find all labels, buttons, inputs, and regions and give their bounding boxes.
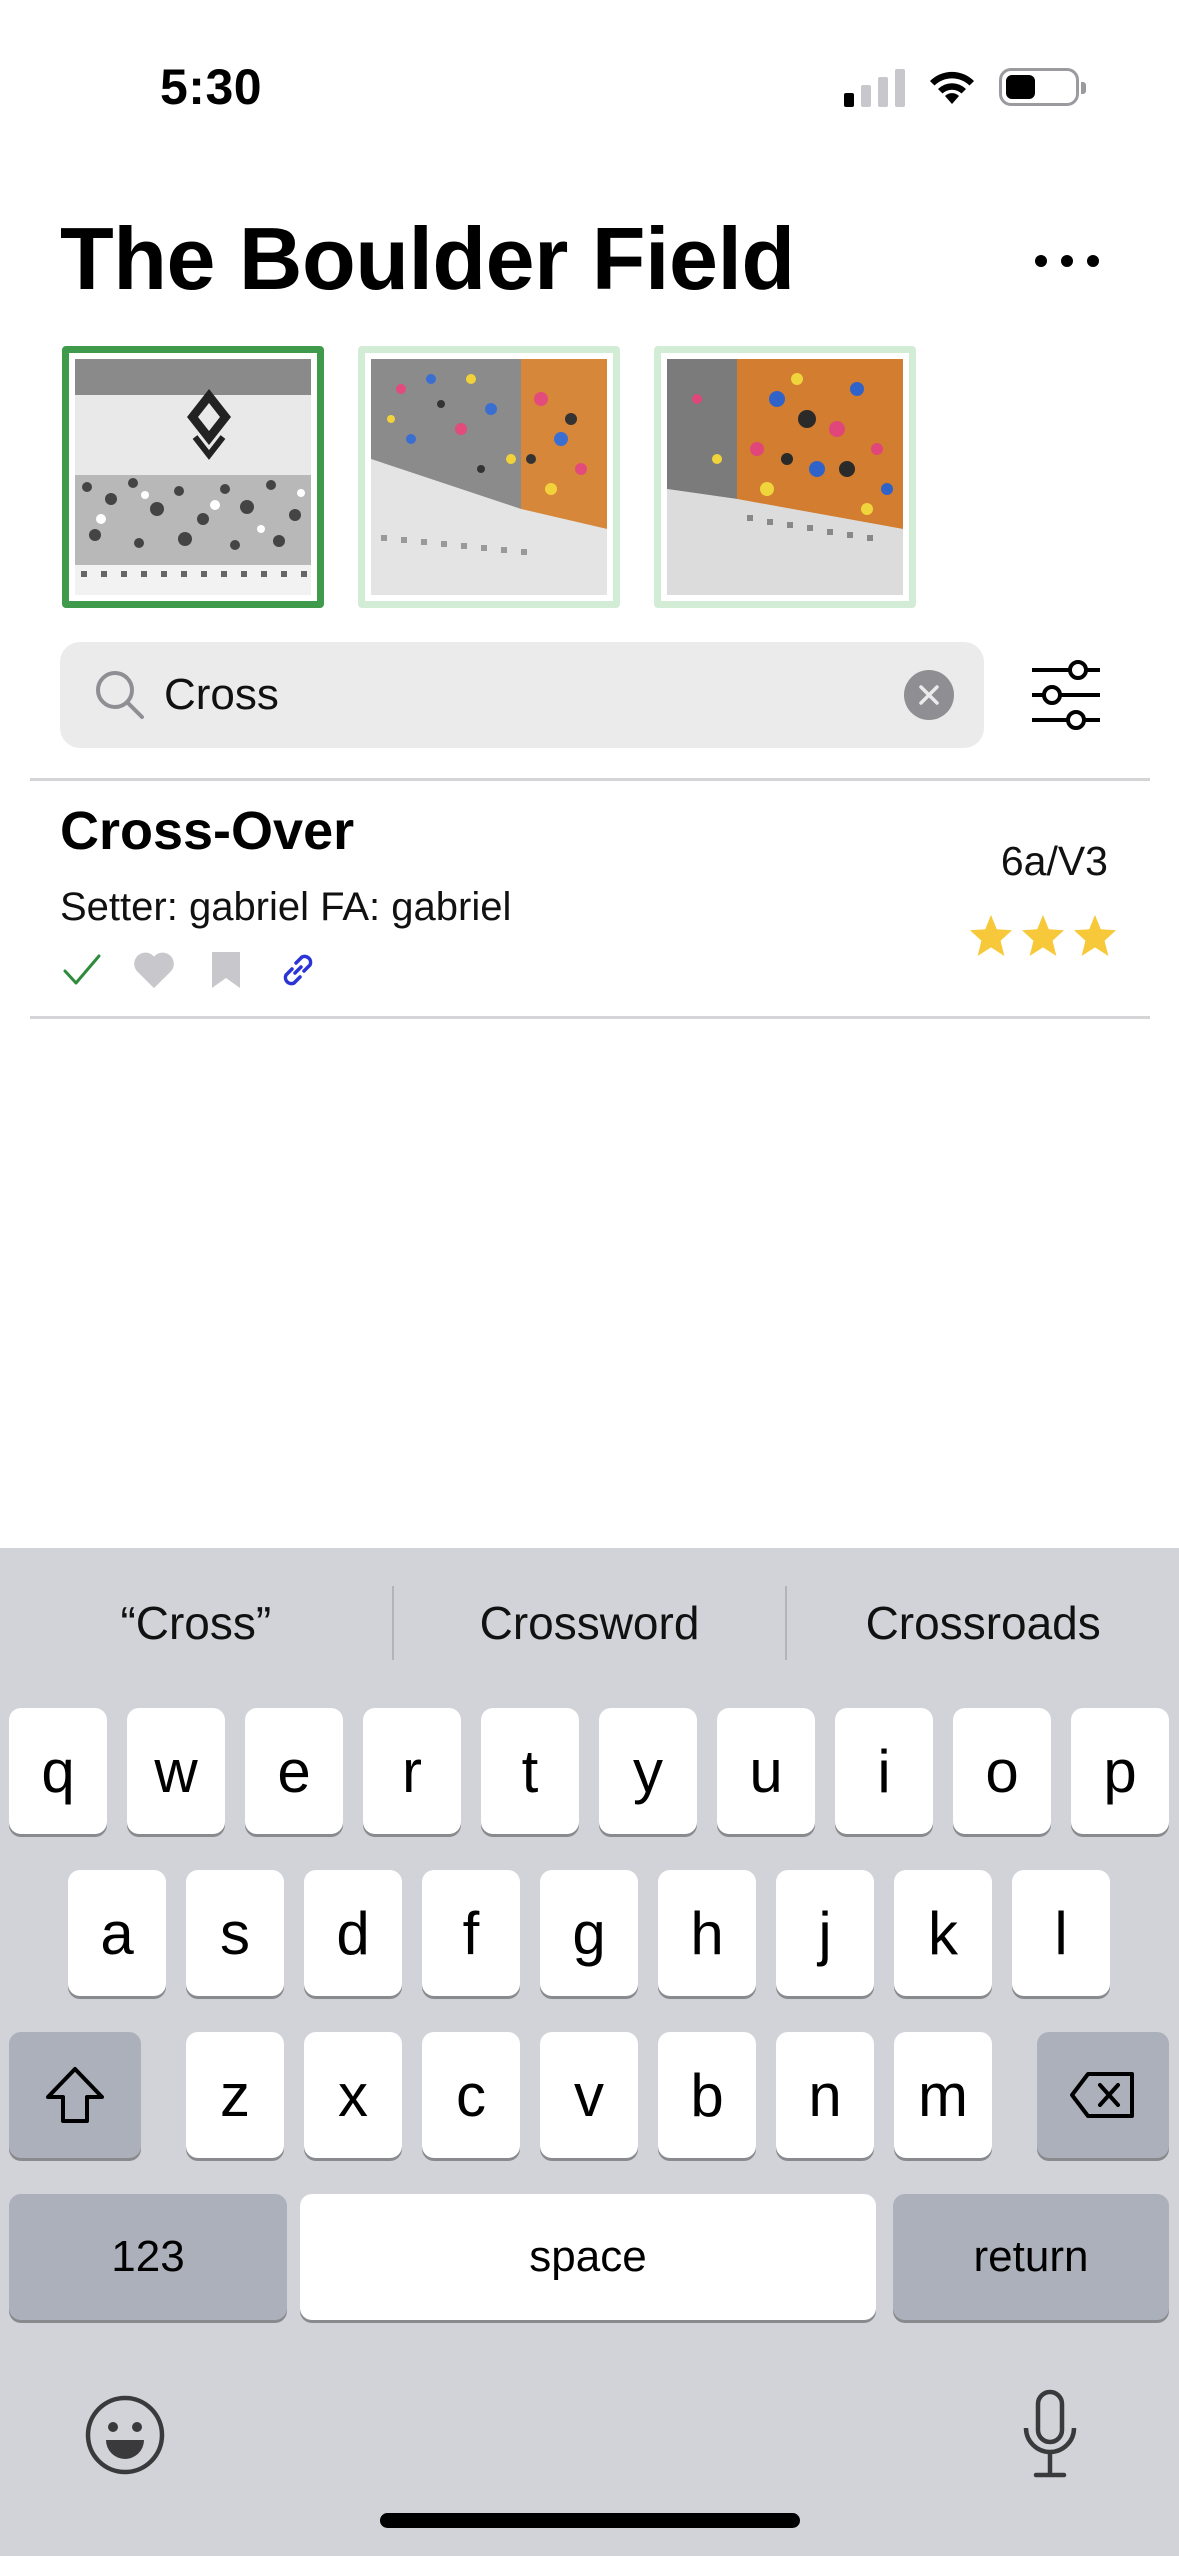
microphone-icon[interactable] — [1018, 2388, 1082, 2480]
wall-thumbnail-3[interactable] — [654, 346, 916, 608]
backspace-key[interactable] — [1037, 2032, 1169, 2158]
key-b[interactable]: b — [658, 2032, 756, 2158]
key-n[interactable]: n — [776, 2032, 874, 2158]
shift-key[interactable] — [9, 2032, 141, 2158]
star-icon — [1021, 914, 1065, 957]
share-link-button[interactable] — [276, 948, 320, 992]
key-q[interactable]: q — [9, 1708, 107, 1834]
key-p[interactable]: p — [1071, 1708, 1169, 1834]
battery-icon — [999, 68, 1086, 106]
ellipsis-icon — [1035, 255, 1047, 267]
wall-photo — [667, 359, 903, 595]
numbers-key[interactable]: 123 — [9, 2194, 287, 2320]
wall-thumbnail-2[interactable] — [358, 346, 620, 608]
key-f[interactable]: f — [422, 1870, 520, 1996]
home-indicator — [380, 2513, 800, 2528]
search-input[interactable]: Cross — [164, 670, 904, 720]
filter-sliders-icon[interactable] — [1030, 660, 1102, 730]
more-options-button[interactable] — [1020, 236, 1114, 286]
return-key[interactable]: return — [893, 2194, 1169, 2320]
status-time: 5:30 — [160, 59, 263, 115]
like-toggle[interactable] — [132, 948, 176, 992]
close-icon — [919, 685, 939, 705]
checkmark-icon — [63, 954, 101, 985]
wall-thumbnails — [62, 346, 916, 608]
key-j[interactable]: j — [776, 1870, 874, 1996]
key-g[interactable]: g — [540, 1870, 638, 1996]
key-h[interactable]: h — [658, 1870, 756, 1996]
wall-photo — [75, 359, 311, 595]
route-rating — [968, 913, 1118, 957]
predictive-bar: “Cross” Crossword Crossroads — [0, 1548, 1179, 1698]
route-grade: 6a/V3 — [1000, 838, 1108, 884]
key-d[interactable]: d — [304, 1870, 402, 1996]
sent-toggle[interactable] — [60, 948, 104, 992]
divider — [30, 1016, 1150, 1019]
key-t[interactable]: t — [481, 1708, 579, 1834]
key-c[interactable]: c — [422, 2032, 520, 2158]
key-o[interactable]: o — [953, 1708, 1051, 1834]
wall-thumbnail-1[interactable] — [62, 346, 324, 608]
route-row[interactable]: Cross-Over Setter: gabriel FA: gabriel 6… — [30, 780, 1150, 1016]
key-v[interactable]: v — [540, 2032, 638, 2158]
backspace-icon — [1070, 2072, 1134, 2118]
route-actions — [60, 948, 320, 992]
bookmark-toggle[interactable] — [204, 948, 248, 992]
key-e[interactable]: e — [245, 1708, 343, 1834]
page-title: The Boulder Field — [60, 209, 795, 308]
key-s[interactable]: s — [186, 1870, 284, 1996]
route-setter: Setter: gabriel FA: gabriel — [60, 885, 512, 929]
key-z[interactable]: z — [186, 2032, 284, 2158]
key-i[interactable]: i — [835, 1708, 933, 1834]
wall-photo — [371, 359, 607, 595]
emoji-icon[interactable] — [84, 2394, 166, 2476]
status-icons — [844, 62, 1086, 112]
key-a[interactable]: a — [68, 1870, 166, 1996]
route-name: Cross-Over — [60, 801, 355, 861]
shift-icon — [46, 2067, 104, 2123]
keyboard: “Cross” Crossword Crossroads q w e r t y… — [0, 1548, 1179, 2556]
star-icon — [1073, 914, 1117, 957]
search-bar[interactable]: Cross — [60, 642, 984, 748]
key-y[interactable]: y — [599, 1708, 697, 1834]
clear-search-button[interactable] — [904, 670, 954, 720]
key-w[interactable]: w — [127, 1708, 225, 1834]
star-icon — [969, 914, 1013, 957]
cellular-signal-icon — [844, 67, 905, 107]
key-r[interactable]: r — [363, 1708, 461, 1834]
search-icon — [96, 671, 144, 719]
suggestion-1[interactable]: “Cross” — [0, 1596, 392, 1650]
space-key[interactable]: space — [300, 2194, 876, 2320]
key-u[interactable]: u — [717, 1708, 815, 1834]
bookmark-icon — [212, 952, 240, 988]
key-x[interactable]: x — [304, 2032, 402, 2158]
key-k[interactable]: k — [894, 1870, 992, 1996]
link-icon — [283, 954, 313, 986]
wifi-icon — [930, 71, 974, 104]
key-m[interactable]: m — [894, 2032, 992, 2158]
suggestion-2[interactable]: Crossword — [394, 1596, 786, 1650]
heart-icon — [134, 952, 174, 989]
suggestion-3[interactable]: Crossroads — [787, 1596, 1179, 1650]
key-l[interactable]: l — [1012, 1870, 1110, 1996]
